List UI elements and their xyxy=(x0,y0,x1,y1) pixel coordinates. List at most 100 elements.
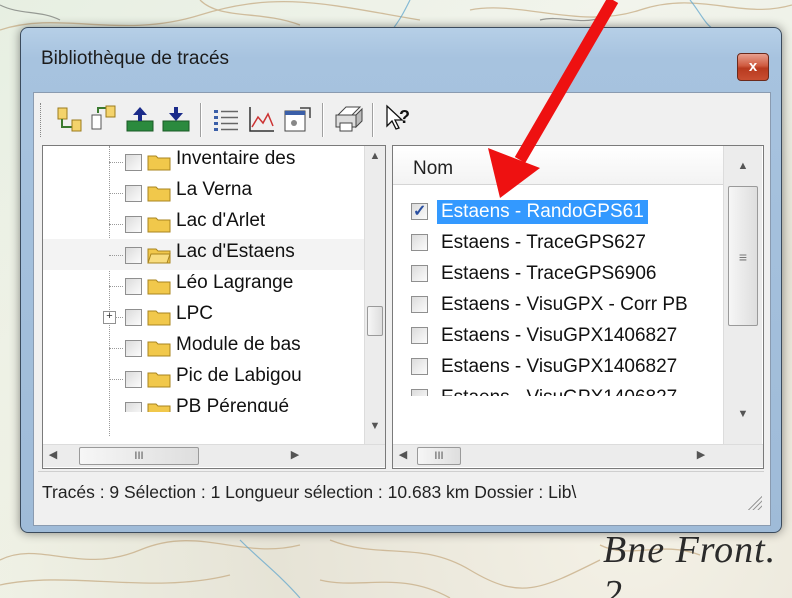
print-icon[interactable] xyxy=(332,103,364,135)
tree-item-label: PB Pérenqué xyxy=(176,396,290,412)
tree-item-label: LPC xyxy=(176,303,213,324)
list-view-icon[interactable] xyxy=(210,103,242,135)
toolbar-grip[interactable] xyxy=(40,103,44,137)
tree-item-partial[interactable]: PB Pérenqué xyxy=(43,394,365,412)
scroll-down-arrow-icon[interactable]: ▼ xyxy=(724,404,762,424)
tree-vertical-scrollbar[interactable]: ▲ ▼ xyxy=(364,146,385,444)
scroll-down-arrow-icon[interactable]: ▼ xyxy=(365,416,385,436)
resize-grip-icon[interactable] xyxy=(746,494,762,510)
tree-item-checkbox[interactable] xyxy=(125,154,142,171)
scroll-right-arrow-icon[interactable]: ▶ xyxy=(691,445,711,465)
column-header-nom[interactable]: Nom xyxy=(393,146,723,185)
folder-tree[interactable]: Inventaire des La Verna Lac d'Arlet Lac … xyxy=(42,145,386,469)
tree-item-checkbox[interactable] xyxy=(125,185,142,202)
folder-icon xyxy=(147,186,171,202)
scroll-right-arrow-icon[interactable]: ▶ xyxy=(285,445,305,465)
checkmark-icon: ✓ xyxy=(413,203,427,220)
row-label: Estaens - VisuGPX1406827 xyxy=(441,356,678,377)
tree-item[interactable]: Module de bas xyxy=(43,332,365,363)
list-vertical-scrollbar[interactable]: ▲ ≡ ▼ xyxy=(723,146,762,444)
row-label: Estaens - TraceGPS6906 xyxy=(441,263,657,284)
tree-item-label: La Verna xyxy=(176,179,253,200)
tree-item-checkbox[interactable] xyxy=(125,402,142,412)
toolbar-separator xyxy=(200,103,202,137)
tree-item-checkbox[interactable] xyxy=(125,216,142,233)
tree-vscroll-thumb[interactable] xyxy=(367,306,383,336)
tree-item-checkbox[interactable] xyxy=(125,278,142,295)
tree-item-checkbox[interactable] xyxy=(125,371,142,388)
svg-text:?: ? xyxy=(399,107,410,127)
tree-item-label: Module de bas xyxy=(176,334,301,355)
folder-icon xyxy=(147,310,171,326)
tree-hscroll-thumb[interactable]: III xyxy=(79,447,199,465)
folder-icon xyxy=(147,217,171,233)
list-row[interactable]: Estaens - VisuGPX1406827 xyxy=(393,351,723,382)
row-checkbox[interactable] xyxy=(411,265,428,282)
folder-icon xyxy=(147,341,171,357)
row-label: Estaens - VisuGPX1406827 xyxy=(437,386,681,396)
list-row-partial[interactable]: Estaens - VisuGPX1406827 xyxy=(393,382,723,396)
tree-item-selected[interactable]: Lac d'Estaens xyxy=(43,239,365,270)
scroll-left-arrow-icon[interactable]: ◀ xyxy=(393,445,413,465)
tree-item-label: Lac d'Estaens xyxy=(176,241,295,262)
row-label: Estaens - VisuGPX1406827 xyxy=(441,325,678,346)
row-checkbox[interactable]: ✓ xyxy=(411,203,428,220)
folder-icon xyxy=(147,403,171,412)
scroll-up-arrow-icon[interactable]: ▲ xyxy=(365,146,385,166)
tree-item-checkbox[interactable] xyxy=(125,247,142,264)
toolbar: ? xyxy=(40,97,760,141)
tree-item-label: Lac d'Arlet xyxy=(176,210,266,231)
list-row[interactable]: Estaens - VisuGPX - Corr PB xyxy=(393,289,723,320)
download-icon[interactable] xyxy=(160,103,192,135)
row-checkbox[interactable] xyxy=(411,327,428,344)
list-row[interactable]: Estaens - TraceGPS6906 xyxy=(393,258,723,289)
row-checkbox[interactable] xyxy=(411,358,428,375)
row-checkbox[interactable] xyxy=(411,296,428,313)
upload-icon[interactable] xyxy=(124,103,156,135)
tree-item[interactable]: Léo Lagrange xyxy=(43,270,365,301)
column-header-label: Nom xyxy=(413,158,454,179)
folder-icon xyxy=(147,155,171,171)
tree-item-label: Inventaire des xyxy=(176,148,296,169)
track-list[interactable]: Nom ✓ Estaens - RandoGPS61 Estaens - Tra… xyxy=(392,145,764,469)
tree-item[interactable]: Lac d'Arlet xyxy=(43,208,365,239)
export-icon[interactable] xyxy=(88,103,120,135)
toolbar-separator xyxy=(322,103,324,137)
list-vscroll-thumb[interactable]: ≡ xyxy=(728,186,758,326)
list-row[interactable]: ✓ Estaens - RandoGPS61 xyxy=(393,196,723,227)
scroll-left-arrow-icon[interactable]: ◀ xyxy=(43,445,63,465)
help-icon[interactable]: ? xyxy=(382,103,414,135)
tree-item[interactable]: + LPC xyxy=(43,301,365,332)
import-icon[interactable] xyxy=(54,103,86,135)
list-hscroll-thumb[interactable]: III xyxy=(417,447,461,465)
tree-item-label: Léo Lagrange xyxy=(176,272,294,293)
tree-item[interactable]: La Verna xyxy=(43,177,365,208)
track-library-window: Bibliothèque de tracés x ? Inventaire de… xyxy=(20,27,782,533)
status-text: Tracés : 9 Sélection : 1 Longueur sélect… xyxy=(42,482,577,502)
list-row[interactable]: Estaens - TraceGPS627 xyxy=(393,227,723,258)
status-bar: Tracés : 9 Sélection : 1 Longueur sélect… xyxy=(38,471,764,512)
tree-item-checkbox[interactable] xyxy=(125,309,142,326)
row-checkbox[interactable] xyxy=(411,234,428,251)
tree-horizontal-scrollbar[interactable]: ◀ III ▶ xyxy=(43,444,385,467)
tree-item-checkbox[interactable] xyxy=(125,340,142,357)
map-bottom-label: Bne Front. 2 xyxy=(603,529,777,598)
title-bar[interactable]: Bibliothèque de tracés x xyxy=(21,28,781,81)
toolbar-separator xyxy=(372,103,374,137)
tree-item[interactable]: Inventaire des xyxy=(43,146,365,177)
tree-item-label: Pic de Labigou xyxy=(176,365,302,386)
close-icon: x xyxy=(748,58,758,75)
close-button[interactable]: x xyxy=(737,53,769,81)
scroll-up-arrow-icon[interactable]: ▲ xyxy=(724,156,762,176)
window-client-area: ? Inventaire des La Verna Lac d'Arlet La… xyxy=(33,92,771,526)
list-row[interactable]: Estaens - VisuGPX1406827 xyxy=(393,320,723,351)
profile-icon[interactable] xyxy=(246,103,278,135)
tree-item[interactable]: Pic de Labigou xyxy=(43,363,365,394)
row-checkbox[interactable] xyxy=(411,389,428,396)
row-label: Estaens - TraceGPS627 xyxy=(441,232,646,253)
folder-icon xyxy=(147,279,171,295)
row-label: Estaens - RandoGPS61 xyxy=(437,200,648,224)
list-horizontal-scrollbar[interactable]: ◀ III ▶ xyxy=(393,444,763,467)
open-folder-icon xyxy=(147,248,171,264)
properties-icon[interactable] xyxy=(282,103,314,135)
